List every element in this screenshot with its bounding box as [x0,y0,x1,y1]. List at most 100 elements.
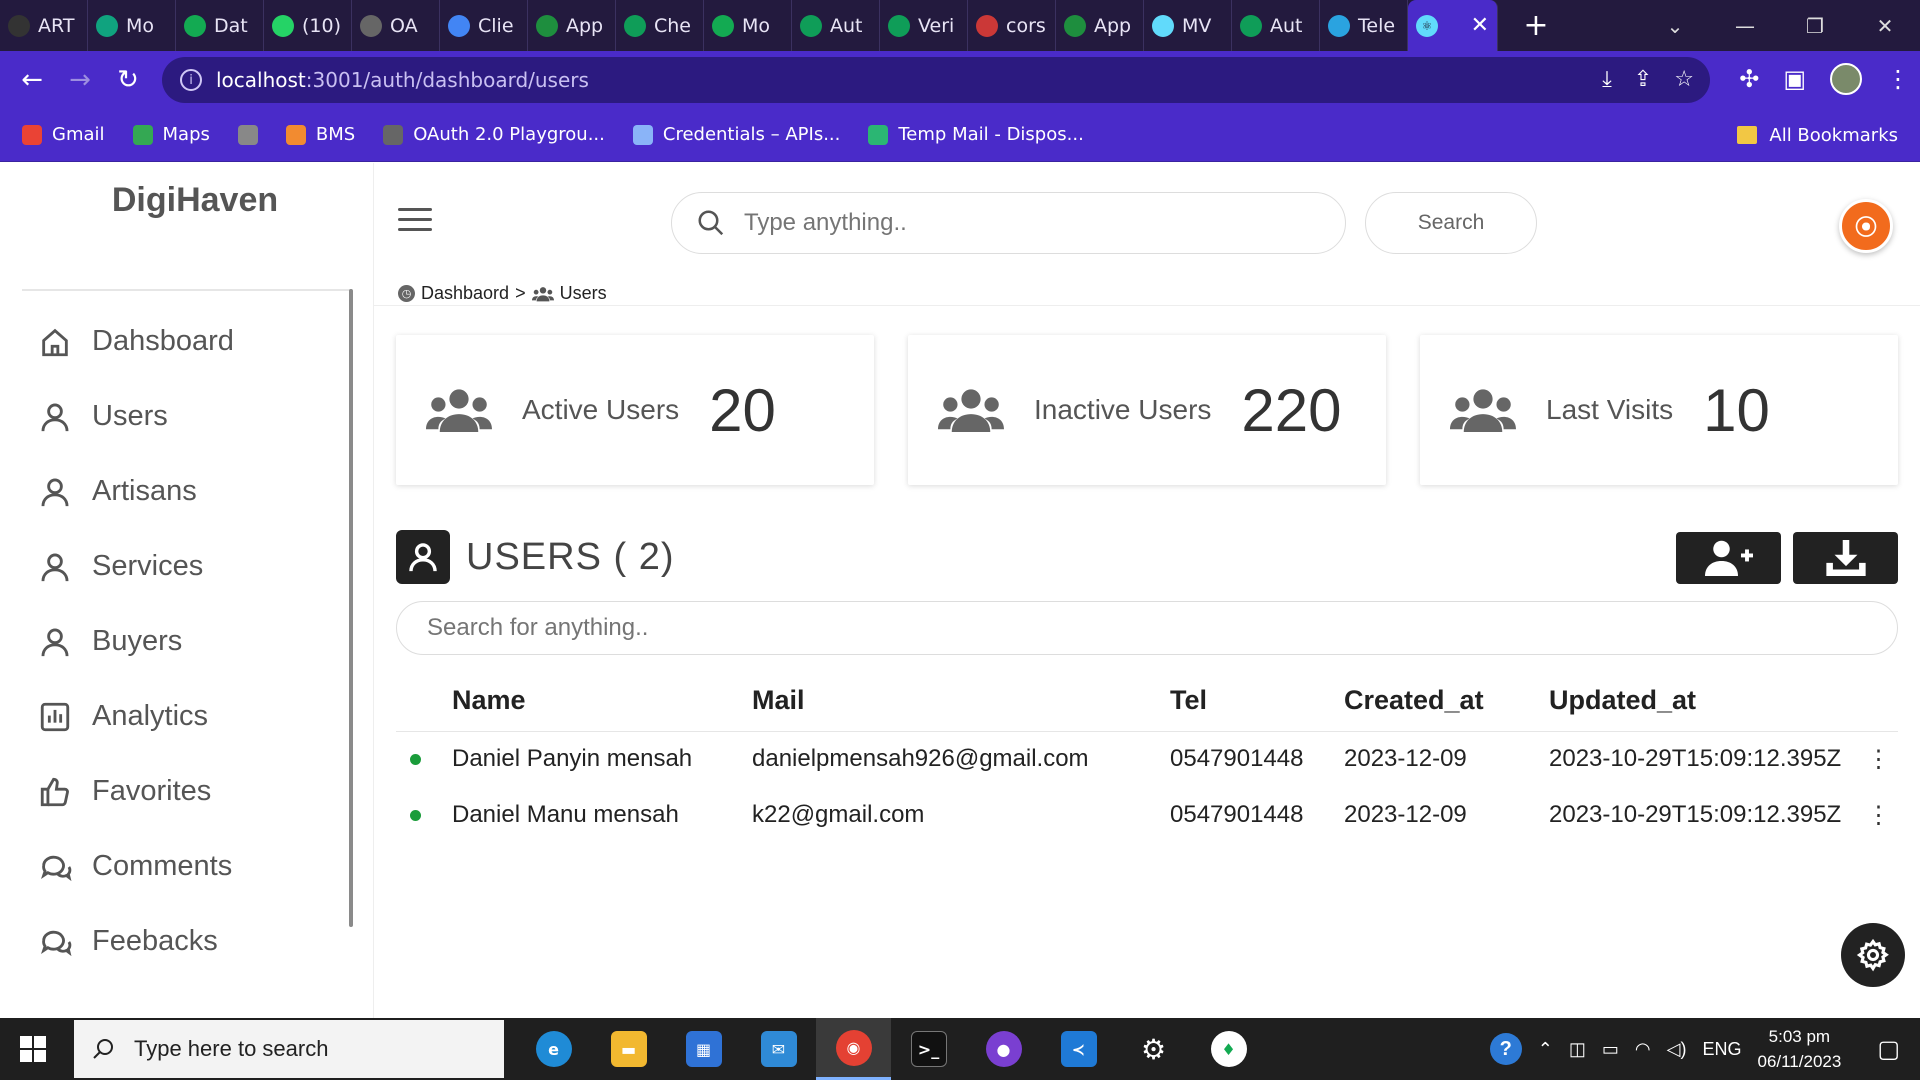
sidebar-scrollbar[interactable] [349,289,353,927]
sidebar-item-artisans[interactable]: Artisans [38,454,348,529]
minimize-button[interactable]: — [1710,14,1780,38]
sidebar-item-label: Feebacks [92,925,218,957]
github-desktop-app[interactable]: ● [966,1018,1041,1080]
install-app-icon[interactable]: ⤓ [1602,67,1612,92]
help-icon[interactable]: ? [1489,1033,1522,1065]
new-tab-button[interactable]: + [1516,8,1556,43]
bookmark-item[interactable]: Gmail [22,124,105,145]
clock[interactable]: 5:03 pm 06/11/2023 [1757,1024,1841,1074]
forward-button[interactable]: → [56,65,104,95]
share-icon[interactable]: ⇪ [1634,67,1652,92]
tab-12[interactable]: App [1056,0,1144,51]
edge-app[interactable]: e [516,1018,591,1080]
settings-app[interactable]: ⚙ [1116,1018,1191,1080]
cell-mail: danielpmensah926@gmail.com [752,745,1089,773]
all-bookmarks-button[interactable]: All Bookmarks [1737,108,1898,162]
table-row[interactable]: Daniel Manu mensah k22@gmail.com 054790144… [396,787,1898,843]
wifi-icon[interactable]: ◠ [1635,1039,1651,1060]
mongodb-compass-app[interactable]: ♦ [1191,1018,1266,1080]
tab-11[interactable]: cors [968,0,1056,51]
stat-card-last-visits: Last Visits 10 [1420,335,1898,485]
row-menu-icon[interactable]: ⋮ [1859,787,1898,843]
chevron-up-icon[interactable]: ⌃ [1538,1039,1553,1060]
windows-taskbar: Type here to search e ▬ ▦ ✉ ◉ >_ ● ≺ ⚙ ♦… [0,1018,1920,1080]
brand-logo[interactable]: DigiHaven [0,181,390,220]
sidebar-item-dahsboard[interactable]: Dahsboard [38,304,348,379]
side-panel-icon[interactable]: ▣ [1783,65,1806,93]
store-app[interactable]: ▦ [666,1018,741,1080]
tab-15[interactable]: Tele [1320,0,1408,51]
sidebar-item-feebacks[interactable]: Feebacks [38,904,348,979]
top-search-input[interactable] [744,209,1304,237]
bookmark-item[interactable]: Credentials – APIs... [632,124,841,145]
tab-7[interactable]: Che [616,0,704,51]
tab-2[interactable]: Dat [176,0,264,51]
windows-start-icon[interactable] [20,1036,46,1062]
table-row[interactable]: Daniel Panyin mensah danielpmensah926@gma… [396,731,1898,787]
tab-14[interactable]: Aut [1232,0,1320,51]
battery-icon[interactable]: ▭ [1602,1039,1619,1060]
volume-icon[interactable]: ◁) [1667,1039,1687,1060]
site-info-icon[interactable]: i [180,69,202,91]
tab-5[interactable]: Clie [440,0,528,51]
table-search-input[interactable] [396,601,1898,655]
language-indicator[interactable]: ENG [1702,1039,1741,1060]
extensions-icon[interactable]: ✣ [1739,65,1759,93]
profile-avatar[interactable] [1830,63,1862,95]
user-plus-icon [1704,540,1753,576]
add-user-button[interactable] [1676,532,1781,584]
tab-9[interactable]: Aut [792,0,880,51]
sidebar-item-buyers[interactable]: Buyers [38,604,348,679]
sidebar-item-analytics[interactable]: Analytics [38,679,348,754]
row-menu-icon[interactable]: ⋮ [1859,731,1898,787]
chrome-app[interactable]: ◉ [816,1018,891,1080]
sidebar-item-comments[interactable]: Comments [38,829,348,904]
notifications-icon[interactable]: ▢ [1877,1035,1900,1064]
reload-button[interactable]: ↻ [104,65,152,95]
close-window-button[interactable]: ✕ [1850,14,1920,38]
breadcrumb-dashboard[interactable]: Dashbaord [421,283,509,304]
terminal-app[interactable]: >_ [891,1018,966,1080]
sidebar-item-favorites[interactable]: Favorites [38,754,348,829]
bookmark-item[interactable]: Maps [132,124,210,145]
file-explorer-app[interactable]: ▬ [591,1018,666,1080]
restore-button[interactable]: ❐ [1780,14,1850,38]
column-header-tel[interactable]: Tel [1170,671,1344,732]
column-header-updated[interactable]: Updated_at [1549,671,1859,732]
taskbar-search[interactable]: Type here to search [74,1020,504,1078]
menu-toggle-icon[interactable] [398,208,432,238]
tab-3[interactable]: (10) [264,0,352,51]
close-tab-icon[interactable]: ✕ [1471,13,1489,38]
vscode-app[interactable]: ≺ [1041,1018,1116,1080]
column-header-mail[interactable]: Mail [752,671,1170,732]
browser-menu-icon[interactable]: ⋮ [1886,65,1910,93]
tab-10[interactable]: Veri [880,0,968,51]
user-avatar[interactable]: ⦿ [1839,199,1893,253]
settings-fab[interactable] [1841,923,1905,987]
bookmark-item[interactable]: BMS [285,124,355,145]
sidebar-item-services[interactable]: Services [38,529,348,604]
column-header-name[interactable]: Name [452,671,752,732]
bookmark-label: Credentials – APIs... [662,124,841,145]
top-search-button[interactable]: Search [1365,192,1537,254]
download-button[interactable] [1793,532,1898,584]
column-header-created[interactable]: Created_at [1344,671,1549,732]
tab-search-icon[interactable]: ⌄ [1640,14,1710,38]
url-bar[interactable]: i localhost:3001/auth/dashboard/users ⤓ … [162,57,1710,103]
tab-4[interactable]: OA [352,0,440,51]
back-button[interactable]: ← [8,65,56,95]
sidebar-item-users[interactable]: Users [38,379,348,454]
tab-1[interactable]: Mo [88,0,176,51]
tab-6[interactable]: App [528,0,616,51]
bookmark-star-icon[interactable]: ☆ [1674,67,1694,92]
bookmark-item[interactable] [237,124,258,145]
tab-0[interactable]: ART [0,0,88,51]
tab-13[interactable]: MV [1144,0,1232,51]
mail-app[interactable]: ✉ [741,1018,816,1080]
meet-icon[interactable]: ◫ [1569,1039,1586,1060]
bookmark-item[interactable]: OAuth 2.0 Playgrou... [383,124,605,145]
bookmark-item[interactable]: Temp Mail - Dispos... [868,124,1084,145]
tab-active-react[interactable]: ⚛ ✕ [1408,0,1498,51]
tab-8[interactable]: Mo [704,0,792,51]
doc-icon [888,14,910,37]
